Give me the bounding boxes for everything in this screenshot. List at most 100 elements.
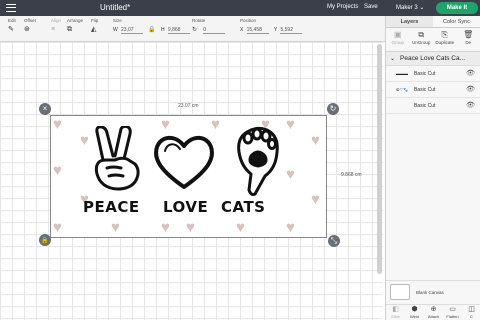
heart-pattern-icon: ♥ — [161, 219, 170, 236]
trash-icon: 🗑 — [463, 30, 474, 39]
x-label: X — [240, 27, 244, 33]
tab-color-sync[interactable]: Color Sync — [433, 16, 480, 27]
duplicate-icon: ⎘ — [441, 30, 448, 39]
duplicate-label: Duplicate — [435, 40, 455, 45]
rotate-input[interactable]: 0 — [203, 26, 226, 34]
layer-group[interactable]: ⌄ Peace Love Cats Ca... — [386, 52, 480, 66]
slice-button[interactable]: ◧ Slice — [386, 305, 405, 320]
layer-item[interactable]: ☮♡🐾 Basic Cut 👁 — [386, 82, 480, 98]
cat-paw-icon — [237, 126, 279, 196]
heart-pattern-icon: ♥ — [286, 166, 295, 183]
heart-outline-icon — [154, 135, 214, 189]
ungroup-button[interactable]: ⧉ UnGroup — [410, 28, 434, 51]
size-label: Size — [113, 18, 122, 23]
menu-icon[interactable] — [6, 4, 16, 12]
heart-pattern-icon: ♥ — [311, 191, 320, 208]
attach-icon: ⊕ — [430, 306, 437, 313]
heart-pattern-icon: ♥ — [211, 116, 220, 133]
weld-icon: ⬢ — [411, 306, 418, 313]
align-icon: ≡ — [51, 26, 56, 33]
attach-label: Attach — [427, 314, 440, 319]
heart-pattern-icon: ♥ — [186, 219, 195, 236]
heart-pattern-icon: ♥ — [286, 116, 295, 133]
align-group[interactable]: Align ≡ — [51, 18, 61, 34]
ungroup-icon: ⧉ — [418, 30, 425, 39]
chevron-down-icon[interactable]: ⌄ — [390, 52, 395, 66]
delete-handle[interactable]: × — [39, 103, 51, 115]
word-love: LOVE — [163, 198, 209, 216]
heart-pattern-icon: ♥ — [53, 162, 62, 179]
group-button[interactable]: ▣ Group — [386, 28, 410, 51]
top-bar: Untitled* My Projects Save Maker 3 ⌄ Mak… — [0, 0, 480, 16]
peace-hand-icon — [94, 126, 140, 191]
rotate-handle[interactable]: ↻ — [327, 103, 339, 115]
layer-item[interactable]: ▬▬▬ Basic Cut 👁 — [386, 66, 480, 82]
position-group: Position X 15,458 Y 5,592 — [240, 18, 303, 34]
selected-design[interactable]: ♥ ♥ ♥ ♥ ♥ ♥ ♥ ♥ ♥ ♥ ♥ ♥ ♥ ♥ ♥ ♥ ♥ PEACE … — [50, 115, 327, 238]
align-label: Align — [51, 18, 62, 23]
eye-icon[interactable]: 👁 — [466, 98, 475, 114]
resize-icon: ⤡ — [330, 236, 338, 245]
flatten-icon: ▭ — [449, 306, 456, 313]
eye-icon[interactable]: 👁 — [466, 82, 475, 98]
duplicate-button[interactable]: ⎘ Duplicate — [433, 28, 457, 51]
flatten-label: Flatten — [446, 314, 459, 319]
save-link[interactable]: Save — [364, 4, 378, 10]
arrange-group[interactable]: Arrange ⧉ — [67, 18, 83, 34]
flip-group[interactable]: Flip ◭ — [91, 18, 99, 34]
blank-canvas-swatch — [390, 284, 410, 300]
heart-pattern-icon: ♥ — [53, 116, 62, 133]
x-input[interactable]: 15,458 — [246, 26, 269, 34]
slice-icon: ◧ — [392, 306, 399, 313]
rotate-group: Rotate ↻ 0 — [192, 18, 226, 34]
height-input[interactable]: 9,868 — [167, 26, 190, 34]
width-label: W — [113, 27, 118, 33]
machine-select[interactable]: Maker 3 ⌄ — [396, 4, 424, 11]
pencil-icon: ✎ — [8, 26, 14, 33]
contour-label: C — [470, 314, 473, 319]
word-cats: CATS — [221, 198, 266, 216]
layer-thumbnail: ☮♡🐾 — [396, 87, 409, 92]
contour-icon: ◫ — [468, 306, 475, 313]
group-label: Group — [391, 40, 404, 45]
y-label: Y — [273, 27, 278, 33]
lock-icon[interactable]: 🔒 — [148, 26, 155, 34]
ungroup-label: UnGroup — [412, 40, 431, 45]
resize-handle[interactable]: ⤡ — [328, 235, 340, 247]
tab-layers[interactable]: Layers — [386, 16, 433, 27]
layers-panel: Layers Color Sync ▣ Group ⧉ UnGroup ⎘ Dupli… — [385, 16, 480, 320]
word-peace: PEACE — [83, 198, 140, 216]
lock-handle[interactable]: 🔒 — [39, 234, 51, 246]
blank-canvas-row[interactable]: Blank Canvas — [386, 280, 480, 302]
layer-label: Basic Cut — [414, 103, 436, 109]
flatten-button[interactable]: ▭ Flatten — [443, 305, 462, 320]
delete-button[interactable]: 🗑 De — [457, 28, 480, 51]
edit-toolbar: Edit ✎ Offset ⊛ Align ≡ Arrange ⧉ Flip ◭… — [0, 16, 385, 42]
group-icon: ▣ — [393, 30, 402, 39]
height-dimension-label: 9.868 cm — [341, 172, 362, 178]
layer-item[interactable]: Basic Cut 👁 — [386, 98, 480, 114]
canvas-scrollbar[interactable] — [377, 44, 382, 274]
rotate-label: Rotate — [192, 18, 206, 23]
heart-pattern-icon: ♥ — [286, 219, 295, 236]
width-input[interactable]: 23,07 — [121, 26, 143, 34]
my-projects-link[interactable]: My Projects — [327, 4, 358, 10]
arrange-icon: ⧉ — [67, 26, 72, 33]
y-input[interactable]: 5,592 — [280, 26, 303, 34]
chevron-down-icon: ⌄ — [419, 5, 425, 11]
edit-group[interactable]: Edit ✎ — [8, 18, 16, 34]
layer-label: Basic Cut — [414, 87, 436, 93]
eye-icon[interactable]: 👁 — [466, 66, 475, 82]
contour-button[interactable]: ◫ C — [462, 305, 480, 320]
weld-button[interactable]: ⬢ Weld — [405, 305, 424, 320]
size-group: Size W 23,07 🔒 H 9,868 — [113, 18, 190, 34]
offset-group[interactable]: Offset ⊛ — [24, 18, 36, 34]
document-title: Untitled* — [100, 3, 131, 12]
attach-button[interactable]: ⊕ Attach — [424, 305, 443, 320]
heart-pattern-icon: ♥ — [311, 132, 320, 149]
layer-tools: ▣ Group ⧉ UnGroup ⎘ Duplicate 🗑 De — [386, 28, 480, 52]
heart-pattern-icon: ♥ — [236, 219, 245, 236]
delete-label: De — [465, 40, 472, 45]
make-it-button[interactable]: Make It — [436, 2, 478, 14]
heart-pattern-icon: ♥ — [53, 219, 62, 236]
